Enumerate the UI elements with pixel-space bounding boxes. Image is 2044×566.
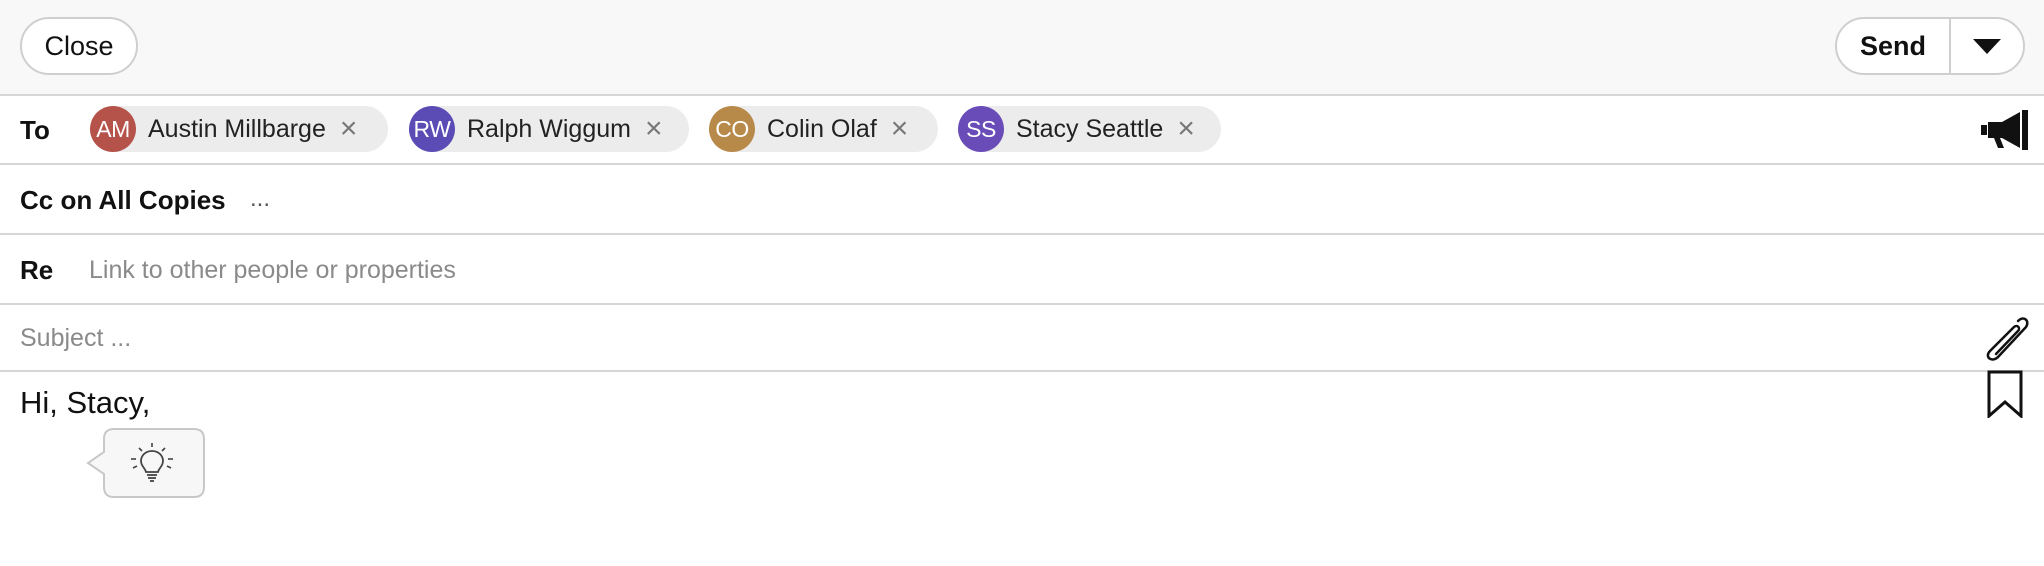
recipient-name: Austin Millbarge xyxy=(148,114,326,143)
close-button[interactable]: Close xyxy=(20,17,138,75)
avatar: SS xyxy=(958,106,1004,152)
avatar: CO xyxy=(709,106,755,152)
cc-row: Cc on All Copies ... xyxy=(0,165,2044,235)
cc-label: Cc on All Copies xyxy=(20,185,226,215)
recipient-chip[interactable]: RW Ralph Wiggum × xyxy=(409,106,689,152)
recipient-name: Stacy Seattle xyxy=(1016,114,1164,143)
recipient-name: Colin Olaf xyxy=(767,114,877,143)
send-button-group: Send xyxy=(1835,17,2025,75)
bookmark-icon[interactable] xyxy=(1986,370,2024,418)
to-row: To AM Austin Millbarge × RW Ralph Wiggum… xyxy=(0,95,2044,165)
send-button[interactable]: Send xyxy=(1837,19,1951,73)
lightbulb-icon xyxy=(131,443,173,482)
compose-toolbar: Close Send xyxy=(0,0,2044,96)
avatar: AM xyxy=(90,106,136,152)
re-row: Re Link to other people or properties xyxy=(0,235,2044,305)
suggestion-bubble[interactable] xyxy=(86,427,206,499)
recipient-chip[interactable]: AM Austin Millbarge × xyxy=(90,106,388,152)
recipient-chip[interactable]: CO Colin Olaf × xyxy=(709,106,938,152)
megaphone-icon[interactable] xyxy=(1980,110,2030,150)
remove-recipient-icon[interactable]: × xyxy=(340,114,358,144)
re-input[interactable]: Link to other people or properties xyxy=(89,256,456,285)
re-label: Re xyxy=(20,255,54,285)
remove-recipient-icon[interactable]: × xyxy=(645,114,663,144)
subject-input[interactable]: Subject ... xyxy=(20,324,131,353)
cc-input[interactable]: ... xyxy=(250,185,270,213)
message-body[interactable]: Hi, Stacy, xyxy=(20,385,150,421)
paperclip-icon[interactable] xyxy=(1980,315,2030,367)
remove-recipient-icon[interactable]: × xyxy=(891,114,909,144)
subject-row: Subject ... xyxy=(0,305,2044,372)
recipient-name: Ralph Wiggum xyxy=(467,114,631,143)
remove-recipient-icon[interactable]: × xyxy=(1177,114,1195,144)
recipient-chip[interactable]: SS Stacy Seattle × xyxy=(958,106,1221,152)
to-label: To xyxy=(20,115,50,145)
send-options-button[interactable] xyxy=(1951,19,2023,73)
avatar: RW xyxy=(409,106,455,152)
caret-down-icon xyxy=(1973,39,2001,54)
